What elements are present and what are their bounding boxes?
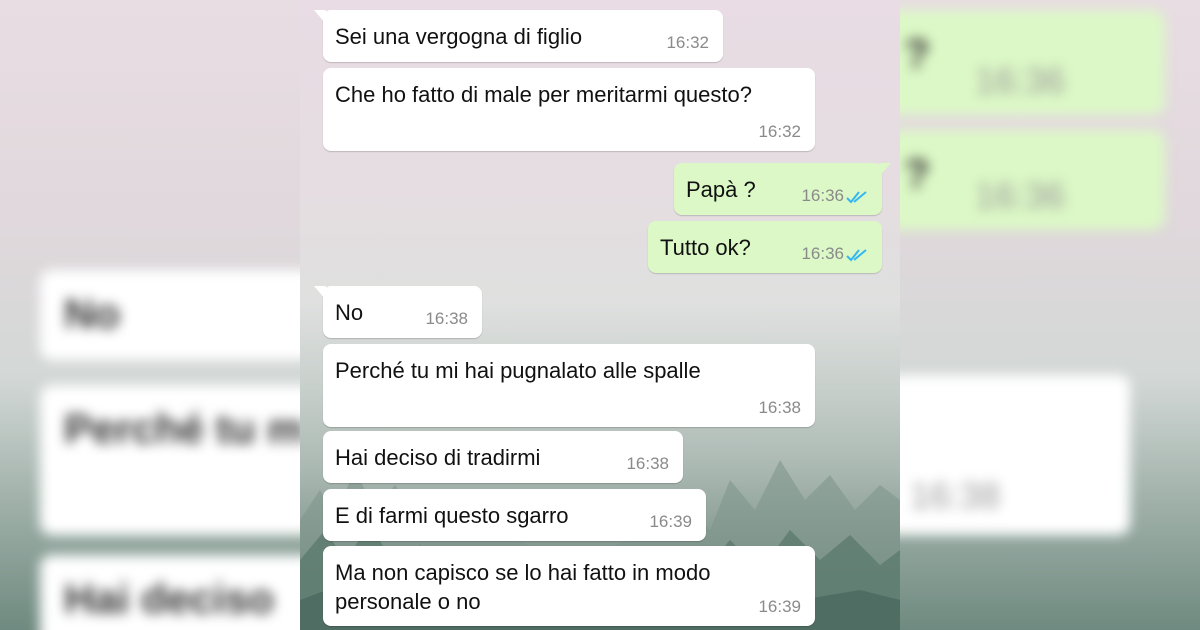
incoming-message[interactable]: Che ho fatto di male per meritarmi quest…	[323, 68, 815, 151]
message-text: Papà ?	[686, 177, 756, 202]
message-time: 16:38	[758, 398, 801, 417]
blurred-bubble: No	[40, 270, 300, 360]
blurred-right-panel: ? 16:36 ? 16:36 16:38	[900, 0, 1200, 630]
blurred-bubble: Hai deciso	[40, 555, 300, 630]
blurred-text: ?	[904, 150, 930, 197]
blurred-bubble: ? 16:36	[900, 130, 1165, 230]
message-text: E di farmi questo sgarro	[335, 503, 569, 528]
message-text: No	[335, 300, 364, 325]
blurred-bubble: ? 16:36	[900, 10, 1165, 115]
message-time: 16:38	[626, 454, 669, 473]
blurred-text: ?	[904, 30, 930, 77]
message-time: 16:32	[666, 33, 709, 52]
chat-window: Sei una vergogna di figlio 16:32 Che ho …	[300, 0, 900, 630]
bubble-tail	[314, 286, 326, 300]
message-time: 16:36	[801, 186, 844, 205]
message-text: Ma non capisco se lo hai fatto in modo p…	[335, 560, 711, 614]
message-text: Hai deciso di tradirmi	[335, 445, 541, 470]
blurred-bubble: 16:38	[900, 375, 1130, 535]
bubble-tail	[314, 10, 326, 24]
incoming-message[interactable]: Sei una vergogna di figlio 16:32	[314, 10, 723, 62]
blurred-bubble: Perché tu m	[40, 385, 300, 535]
incoming-message[interactable]: No 16:38	[314, 286, 482, 338]
outgoing-message[interactable]: Tutto ok? 16:36	[648, 221, 882, 273]
bubble-tail	[879, 163, 891, 177]
double-check-read-icon	[846, 249, 867, 262]
blurred-text: Hai deciso	[64, 575, 275, 622]
blurred-time: 16:36	[975, 175, 1066, 216]
message-text: Che ho fatto di male per meritarmi quest…	[335, 82, 752, 107]
blurred-time: 16:36	[975, 60, 1066, 101]
message-time: 16:39	[758, 597, 801, 616]
blurred-time: 16:38	[910, 475, 1001, 516]
message-text: Sei una vergogna di figlio	[335, 24, 583, 49]
incoming-message[interactable]: E di farmi questo sgarro 16:39	[323, 489, 706, 541]
message-text: Perché tu mi hai pugnalato alle spalle	[335, 358, 701, 383]
incoming-message[interactable]: Hai deciso di tradirmi 16:38	[323, 431, 683, 483]
message-time: 16:38	[425, 309, 468, 328]
double-check-read-icon	[846, 191, 867, 204]
incoming-message[interactable]: Perché tu mi hai pugnalato alle spalle 1…	[323, 344, 815, 427]
message-time: 16:32	[758, 122, 801, 141]
message-time: 16:39	[649, 512, 692, 531]
outgoing-message[interactable]: Papà ? 16:36	[674, 163, 891, 215]
blurred-text: Perché tu m	[64, 405, 300, 452]
blurred-text: No	[64, 290, 120, 337]
blurred-left-panel: No Perché tu m Hai deciso	[0, 0, 300, 630]
message-text: Tutto ok?	[660, 235, 751, 260]
incoming-message[interactable]: Ma non capisco se lo hai fatto in modo p…	[323, 546, 815, 626]
message-time: 16:36	[801, 244, 844, 263]
